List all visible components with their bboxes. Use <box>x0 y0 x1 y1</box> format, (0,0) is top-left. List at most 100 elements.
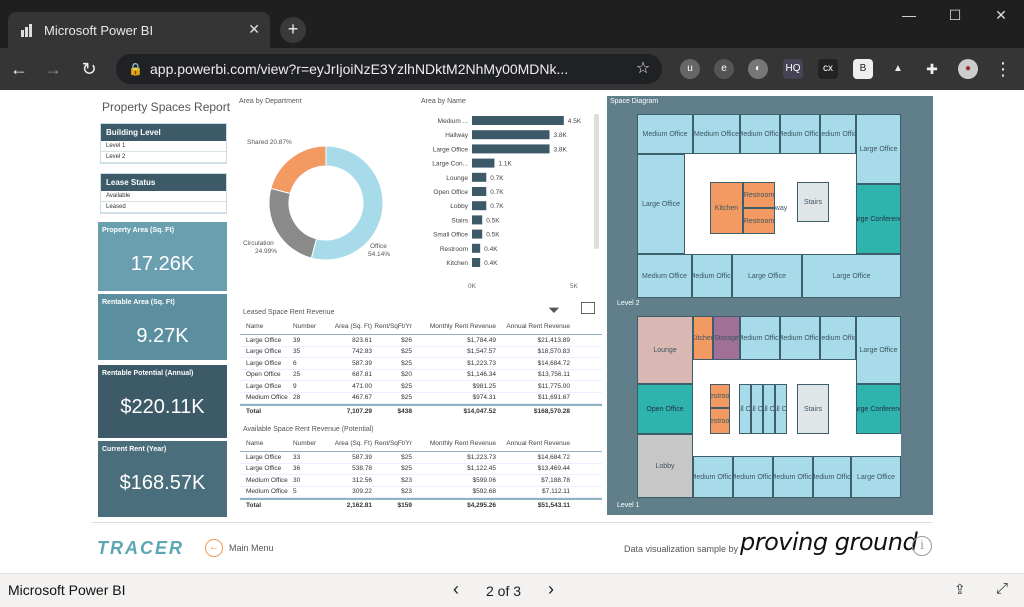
extensions-puzzle-icon[interactable]: ✚ <box>922 59 942 79</box>
profile-avatar[interactable]: ● <box>958 59 978 79</box>
room[interactable]: Large Office <box>856 114 901 184</box>
room[interactable]: Large Conference <box>856 184 901 254</box>
room[interactable]: Medium Office <box>692 254 732 298</box>
room[interactable]: Large Office <box>732 254 802 298</box>
col-header[interactable]: Name <box>240 323 293 330</box>
lease-status-slicer[interactable]: Lease Status Available Leased <box>100 173 227 214</box>
room[interactable]: Small Office <box>763 384 775 434</box>
next-page-icon[interactable]: › <box>548 579 554 600</box>
col-header[interactable]: Area (Sq. Ft) <box>326 440 372 447</box>
col-header[interactable]: Annual Rent Revenue <box>496 440 570 447</box>
slicer-item[interactable]: Available <box>101 191 226 202</box>
extension-icon-1[interactable]: u <box>680 59 700 79</box>
room[interactable]: Medium Office <box>740 114 780 154</box>
table-row[interactable]: Medium Office 5 309.22 $23 $592.68 $7,112.11 <box>240 487 602 498</box>
bar[interactable] <box>472 158 495 168</box>
table-row[interactable]: Large Office 33 587.39 $25 $1,223.73 $14,684.… <box>240 452 602 464</box>
room[interactable]: Lobby <box>637 434 693 498</box>
share-icon[interactable]: ⇪ <box>954 581 966 598</box>
extension-icon-2[interactable]: e <box>714 59 734 79</box>
table-row[interactable]: Large Office 39 823.61 $26 $1,784.49 $21,413.… <box>240 335 602 347</box>
table-row[interactable]: Large Office 9 471.00 $25 $981.25 $11,775.00 <box>240 381 602 393</box>
room[interactable]: Small Office <box>739 384 751 434</box>
focus-mode-icon[interactable] <box>581 302 595 314</box>
url-bar[interactable]: 🔒 app.powerbi.com/view?r=eyJrIjoiNzE3Yzl… <box>116 54 662 84</box>
room[interactable]: Restroom <box>710 408 730 434</box>
room[interactable]: Medium Office <box>820 114 856 154</box>
maximize-button[interactable]: ☐ <box>932 0 978 32</box>
col-header[interactable]: Monthly Rent Revenue <box>412 440 496 447</box>
room[interactable]: Restroom <box>743 182 775 208</box>
col-header[interactable]: Number <box>293 440 326 447</box>
room[interactable]: way <box>775 188 787 228</box>
close-window-button[interactable]: ✕ <box>978 0 1024 32</box>
bar[interactable] <box>472 116 564 125</box>
room[interactable]: Small Office <box>751 384 763 434</box>
col-header[interactable]: Number <box>293 323 326 330</box>
bar[interactable] <box>472 201 487 211</box>
room[interactable]: Medium Office <box>813 456 851 498</box>
main-menu-button[interactable]: ← Main Menu <box>205 539 274 557</box>
bar[interactable] <box>472 144 550 154</box>
room[interactable]: Kitchen <box>710 182 743 234</box>
room[interactable]: Medium Office <box>733 456 773 498</box>
col-header[interactable]: Rent/SqFt/Yr <box>372 440 412 447</box>
room[interactable]: Medium Office <box>780 114 820 154</box>
bar[interactable] <box>472 243 481 253</box>
room[interactable]: Medium Office <box>820 316 856 360</box>
extension-icon-3[interactable]: ◐ <box>748 59 768 79</box>
bar[interactable] <box>472 229 483 239</box>
bookmark-star-icon[interactable]: ☆ <box>630 56 656 82</box>
filter-icon[interactable]: ⏷ <box>548 302 560 319</box>
back-icon[interactable]: ← <box>6 56 32 82</box>
room[interactable]: Medium Office <box>780 316 820 360</box>
bar[interactable] <box>472 172 487 182</box>
minimize-button[interactable]: — <box>886 0 932 32</box>
room[interactable]: Large Conference <box>856 384 901 434</box>
bar-chart[interactable]: Medium ... 4.5K Hallway 3.8K Large Office 3.8… <box>418 114 603 292</box>
slicer-item[interactable]: Leased <box>101 202 226 213</box>
room[interactable]: Large Office <box>637 154 685 254</box>
table-row[interactable]: Open Office 25 687.81 $20 $1,146.34 $13,756.1… <box>240 370 602 381</box>
new-tab-button[interactable]: + <box>280 17 306 43</box>
table-row[interactable]: Large Office 36 538.78 $25 $1,122.45 $13,469.… <box>240 464 602 475</box>
room[interactable]: Restroom <box>743 208 775 234</box>
drive-icon[interactable]: ▲ <box>888 59 908 79</box>
donut-chart[interactable] <box>240 110 415 290</box>
room[interactable]: Large Office <box>802 254 901 298</box>
room[interactable]: Lounge <box>637 316 693 384</box>
table-row[interactable]: Medium Office 30 312.56 $23 $599.06 $7,188.78 <box>240 475 602 487</box>
room[interactable]: Medium Office <box>693 114 740 154</box>
col-header[interactable]: Name <box>240 440 293 447</box>
room[interactable]: Large Office <box>851 456 901 498</box>
space-diagram[interactable]: Space Diagram Level 2 Level 1 Medium Off… <box>607 96 933 515</box>
room[interactable]: Open Office <box>637 384 693 434</box>
room[interactable]: Medium Office <box>740 316 780 360</box>
tab-close-icon[interactable]: ✕ <box>248 21 260 38</box>
donut-slice-shared[interactable] <box>270 145 327 195</box>
slicer-item[interactable]: Level 1 <box>101 141 226 152</box>
bar[interactable] <box>472 215 483 225</box>
col-header[interactable]: Monthly Rent Revenue <box>412 323 496 330</box>
building-level-slicer[interactable]: Building Level Level 1 Level 2 <box>100 123 227 164</box>
prev-page-icon[interactable]: ‹ <box>453 579 459 600</box>
bar[interactable] <box>472 187 487 196</box>
table-row[interactable]: Medium Office 28 467.67 $25 $974.31 $11,691.6… <box>240 393 602 404</box>
room[interactable]: Restroom <box>710 384 730 408</box>
room[interactable]: Large Office <box>856 316 901 384</box>
info-icon[interactable]: i <box>912 536 932 556</box>
room[interactable]: Kitchen <box>693 316 713 360</box>
room[interactable]: Medium Office <box>693 456 733 498</box>
room[interactable]: Small Office <box>775 384 787 434</box>
room[interactable]: Stairs <box>797 182 829 222</box>
room[interactable]: Medium Office <box>773 456 813 498</box>
room[interactable]: Stairs <box>797 384 829 434</box>
fullscreen-icon[interactable]: ⤢ <box>996 580 1008 597</box>
slicer-item[interactable]: Level 2 <box>101 152 226 163</box>
bar[interactable] <box>472 130 550 140</box>
room[interactable]: Storage <box>713 316 740 360</box>
bar[interactable] <box>472 258 481 267</box>
reload-icon[interactable]: ↻ <box>76 56 102 82</box>
col-header[interactable]: Area (Sq. Ft) <box>326 323 372 330</box>
extension-icon-5[interactable]: cx <box>818 59 838 79</box>
